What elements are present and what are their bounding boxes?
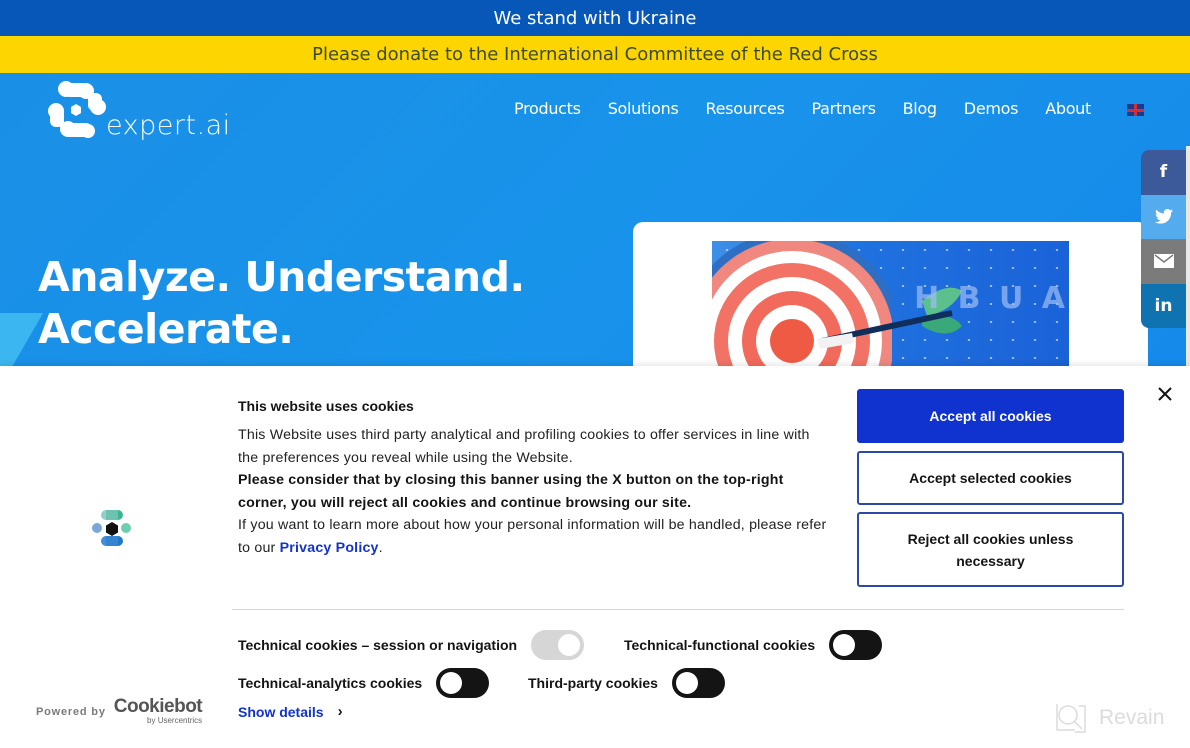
toggle-third-party[interactable] [671,668,725,698]
twitter-share-button[interactable] [1141,194,1186,239]
donate-banner-text[interactable]: Please donate to the International Commi… [312,44,878,65]
hero-headline: Analyze. Understand. Accelerate. [38,251,525,355]
toggle-row-technical: Technical cookies – session or navigatio… [238,630,585,660]
cookie-banner-title: This website uses cookies [238,398,414,414]
cookie-banner-description: This Website uses third party analytical… [238,424,828,559]
linkedin-share-button[interactable]: in [1141,283,1186,328]
toggle-analytics[interactable] [436,668,490,698]
cookie-text-end: . [378,539,383,556]
twitter-icon [1154,209,1173,224]
page-scrollbar[interactable] [1186,146,1190,366]
toggle-label-technical: Technical cookies – session or navigatio… [238,637,518,653]
nav-blog[interactable]: Blog [903,99,937,118]
social-share-bar: f in [1141,150,1186,328]
donate-banner[interactable]: Please donate to the International Commi… [0,36,1190,73]
cookiebot-brand-logo [92,510,131,546]
nav-demos[interactable]: Demos [964,99,1019,118]
show-details-label: Show details [238,703,324,720]
accept-all-cookies-button[interactable]: Accept all cookies [857,389,1124,443]
hero-card: H B U A [633,222,1148,366]
nav-resources[interactable]: Resources [706,99,785,118]
decorative-shape [0,313,44,366]
toggle-row-third-party: Third-party cookies [528,668,725,698]
ukraine-banner-text: We stand with Ukraine [493,7,697,29]
accept-selected-cookies-button[interactable]: Accept selected cookies [857,451,1124,505]
logo-icon [48,81,106,138]
email-share-button[interactable] [1141,239,1186,284]
nav-solutions[interactable]: Solutions [608,99,679,118]
toggle-row-functional: Technical-functional cookies [624,630,883,660]
toggle-label-analytics: Technical-analytics cookies [238,675,423,691]
powered-by-cookiebot[interactable]: Powered by Cookiebot by Usercentrics [36,696,203,725]
dartboard-illustration: H B U A [712,241,1069,366]
email-icon [1153,254,1174,269]
headline-line-1: Analyze. Understand. [38,253,525,301]
logo-text: expert.ai [106,110,231,141]
toggle-label-third-party: Third-party cookies [528,675,658,691]
cookie-consent-banner: Powered by Cookiebot by Usercentrics Thi… [0,366,1190,748]
facebook-icon: f [1159,162,1168,183]
facebook-share-button[interactable]: f [1141,150,1186,195]
cookiebot-subtitle: by Usercentrics [147,716,203,725]
linkedin-icon: in [1154,295,1173,316]
cookie-text-intro: This Website uses third party analytical… [238,427,810,466]
main-nav: Products Solutions Resources Partners Bl… [514,99,1118,118]
reject-all-cookies-button[interactable]: Reject all cookies unless necessary [857,512,1124,587]
cookie-text-warning: Please consider that by closing this ban… [238,472,784,511]
cookiebot-logo-text: Cookiebot [113,696,203,717]
hero-section: expert.ai Products Solutions Resources P… [0,73,1190,366]
uk-flag-icon[interactable] [1127,104,1144,116]
nav-partners[interactable]: Partners [812,99,876,118]
privacy-policy-link[interactable]: Privacy Policy [280,540,379,556]
toggle-technical [531,630,585,660]
close-icon[interactable] [1156,385,1174,403]
revain-text: Revain [1099,706,1165,729]
headline-line-2: Accelerate. [38,305,294,353]
toggle-label-functional: Technical-functional cookies [624,637,816,653]
nav-about[interactable]: About [1045,99,1091,118]
nav-products[interactable]: Products [514,99,581,118]
powered-by-label: Powered by [36,706,106,718]
chevron-right-icon: › [337,703,343,720]
toggle-row-analytics: Technical-analytics cookies [238,668,490,698]
revain-watermark: Revain [1055,702,1164,734]
revain-logo-icon [1056,704,1086,733]
show-details-link[interactable]: Show details › [238,703,343,720]
cookie-divider [232,609,1124,610]
expert-ai-logo[interactable]: expert.ai [46,79,231,141]
toggle-functional[interactable] [829,630,883,660]
ukraine-banner: We stand with Ukraine [0,0,1190,36]
letters-decoration: H B U A [914,281,1069,316]
